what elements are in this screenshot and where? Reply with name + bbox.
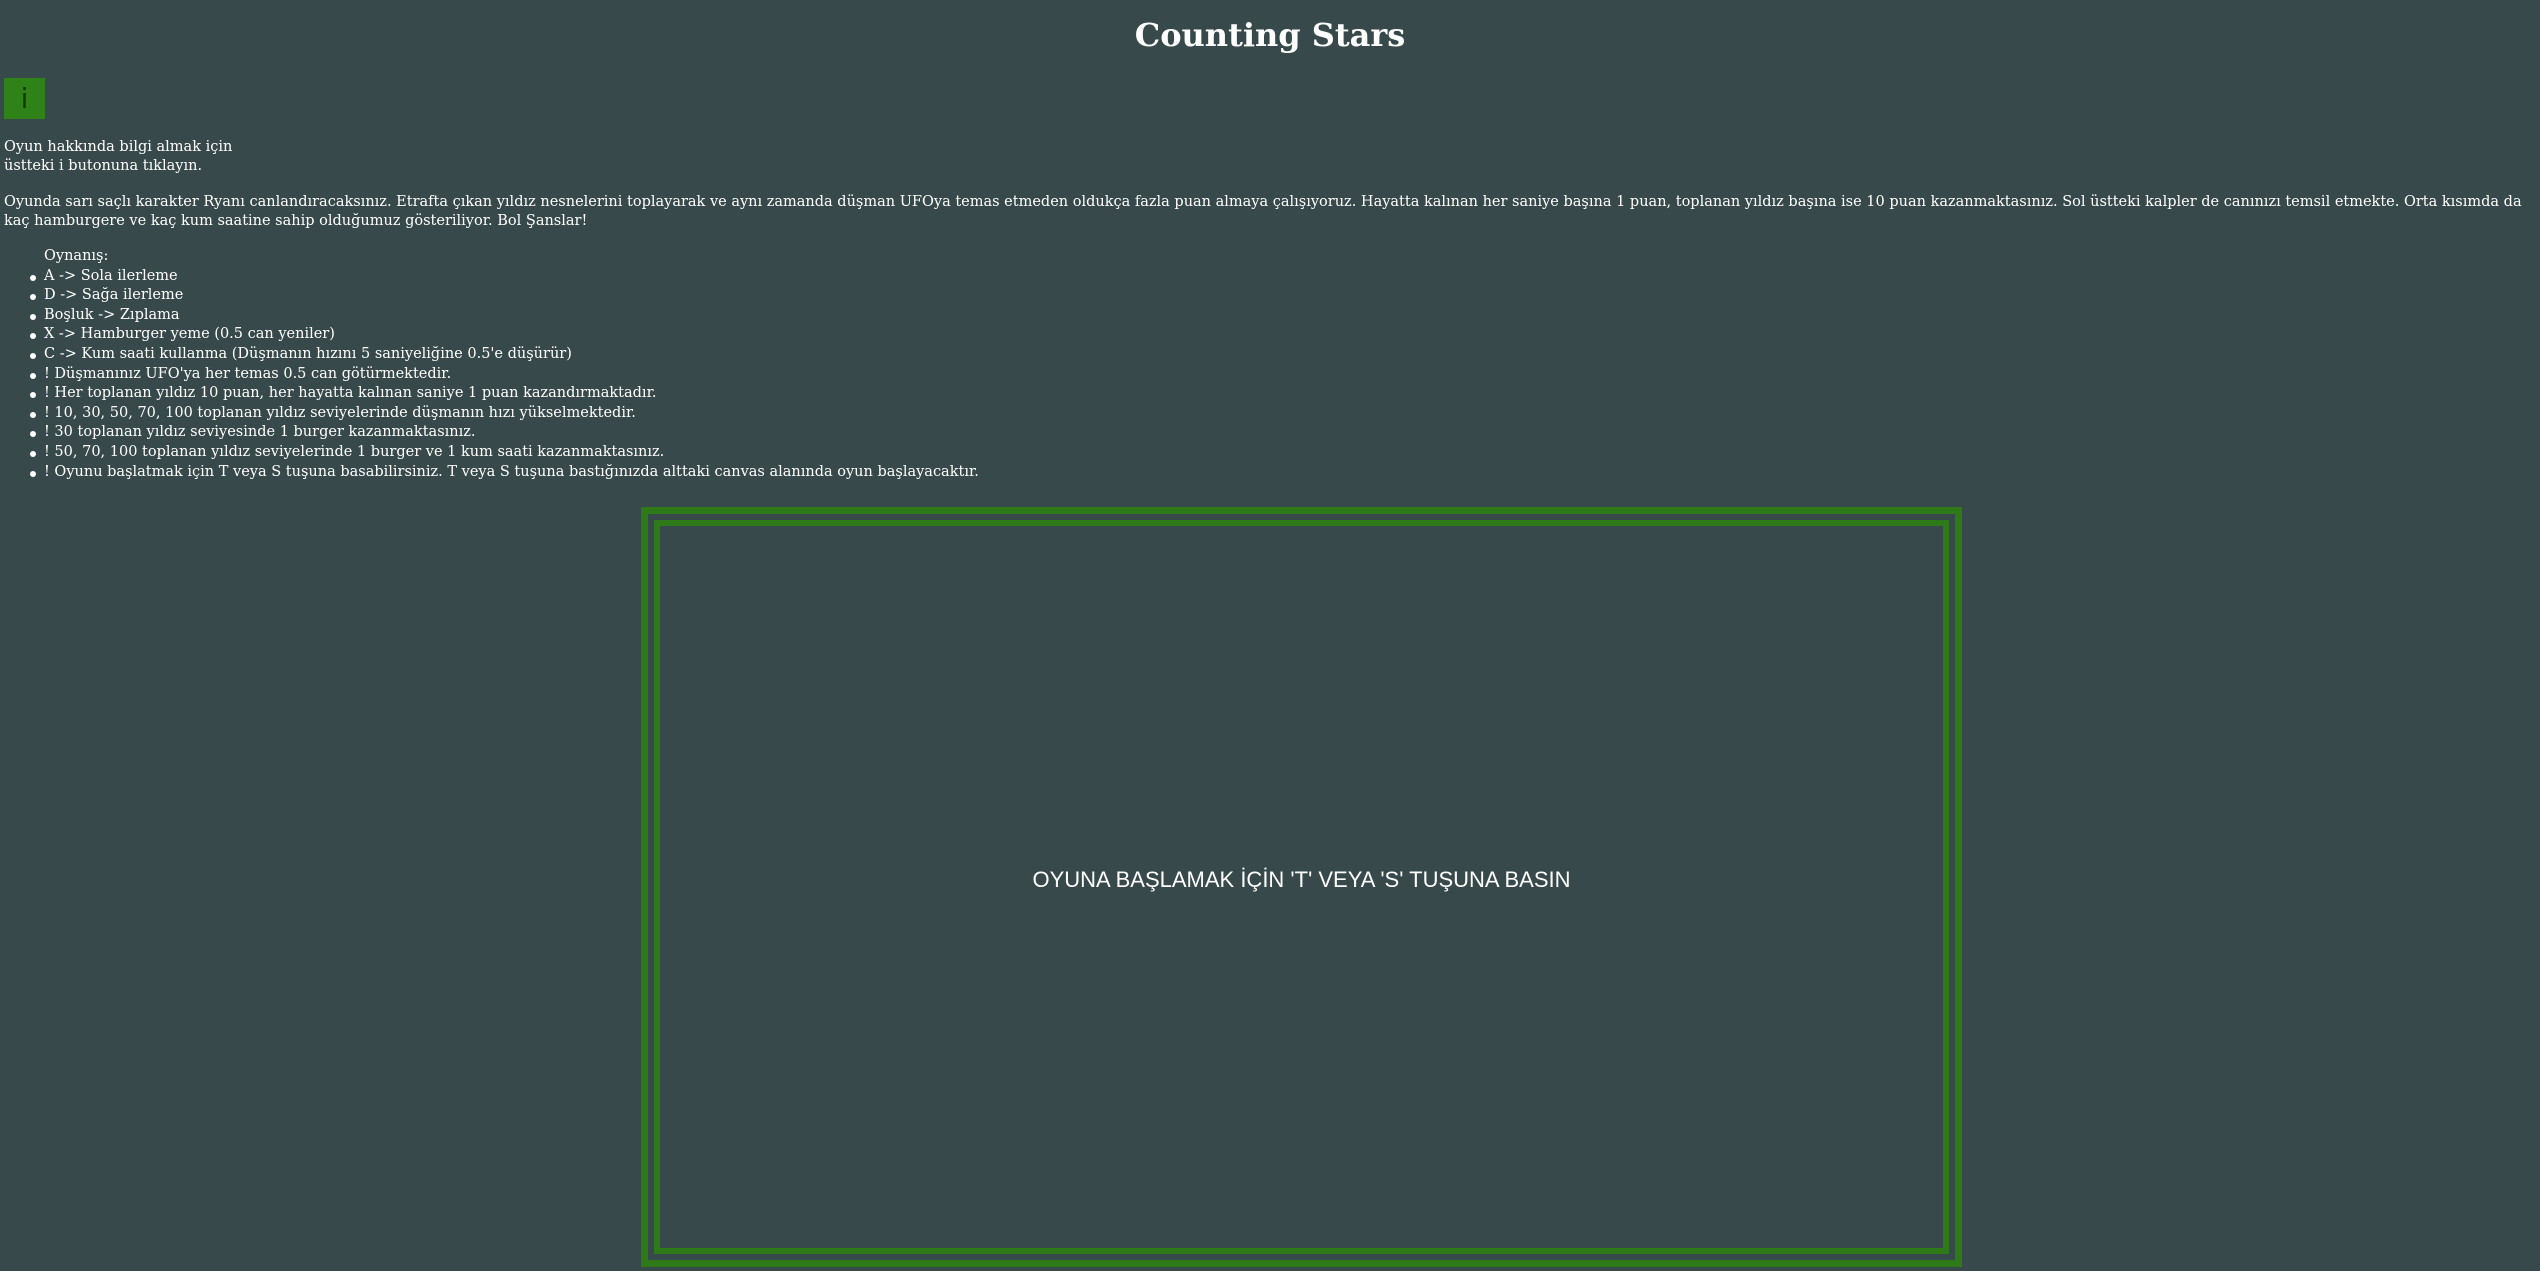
rule-item-burger-reward: ! 30 toplanan yıldız seviyesinde 1 burge… (30, 423, 979, 443)
rules-heading: Oynanış: (44, 248, 109, 264)
rule-item-ufo-damage: ! Düşmanınız UFO'ya her temas 0.5 can gö… (30, 365, 979, 385)
rule-item-hourglass-reward: ! 50, 70, 100 toplanan yıldız seviyeleri… (30, 443, 979, 463)
info-hint: Oyun hakkında bilgi almak için üstteki i… (4, 138, 232, 176)
rule-item-move-right: D -> Sağa ilerleme (30, 286, 979, 306)
rule-item-hourglass: C -> Kum saati kullanma (Düşmanın hızını… (30, 345, 979, 365)
rule-item-start-game: ! Oyunu başlatmak için T veya S tuşuna b… (30, 463, 979, 483)
rule-item-move-left: A -> Sola ilerleme (30, 267, 979, 287)
game-canvas[interactable]: OYUNA BAŞLAMAK İÇİN 'T' VEYA 'S' TUŞUNA … (641, 507, 1962, 1267)
rule-item-eat-burger: X -> Hamburger yeme (0.5 can yeniler) (30, 325, 979, 345)
rule-item-enemy-speed: ! 10, 30, 50, 70, 100 toplanan yıldız se… (30, 404, 979, 424)
info-hint-line-2: üstteki i butonuna tıklayın. (4, 158, 203, 174)
start-prompt: OYUNA BAŞLAMAK İÇİN 'T' VEYA 'S' TUŞUNA … (1032, 867, 1571, 892)
info-hint-line-1: Oyun hakkında bilgi almak için (4, 139, 233, 155)
page-title: Counting Stars (1134, 16, 1406, 54)
rules-section: Oynanış: A -> Sola ilerleme D -> Sağa il… (30, 247, 979, 483)
rule-item-jump: Boşluk -> Zıplama (30, 306, 979, 326)
rule-item-scoring: ! Her toplanan yıldız 10 puan, her hayat… (30, 384, 979, 404)
info-button[interactable]: i (4, 78, 45, 119)
intro-text: Oyunda sarı saçlı karakter Ryanı canland… (4, 194, 2522, 229)
rules-list: A -> Sola ilerleme D -> Sağa ilerleme Bo… (30, 267, 979, 483)
